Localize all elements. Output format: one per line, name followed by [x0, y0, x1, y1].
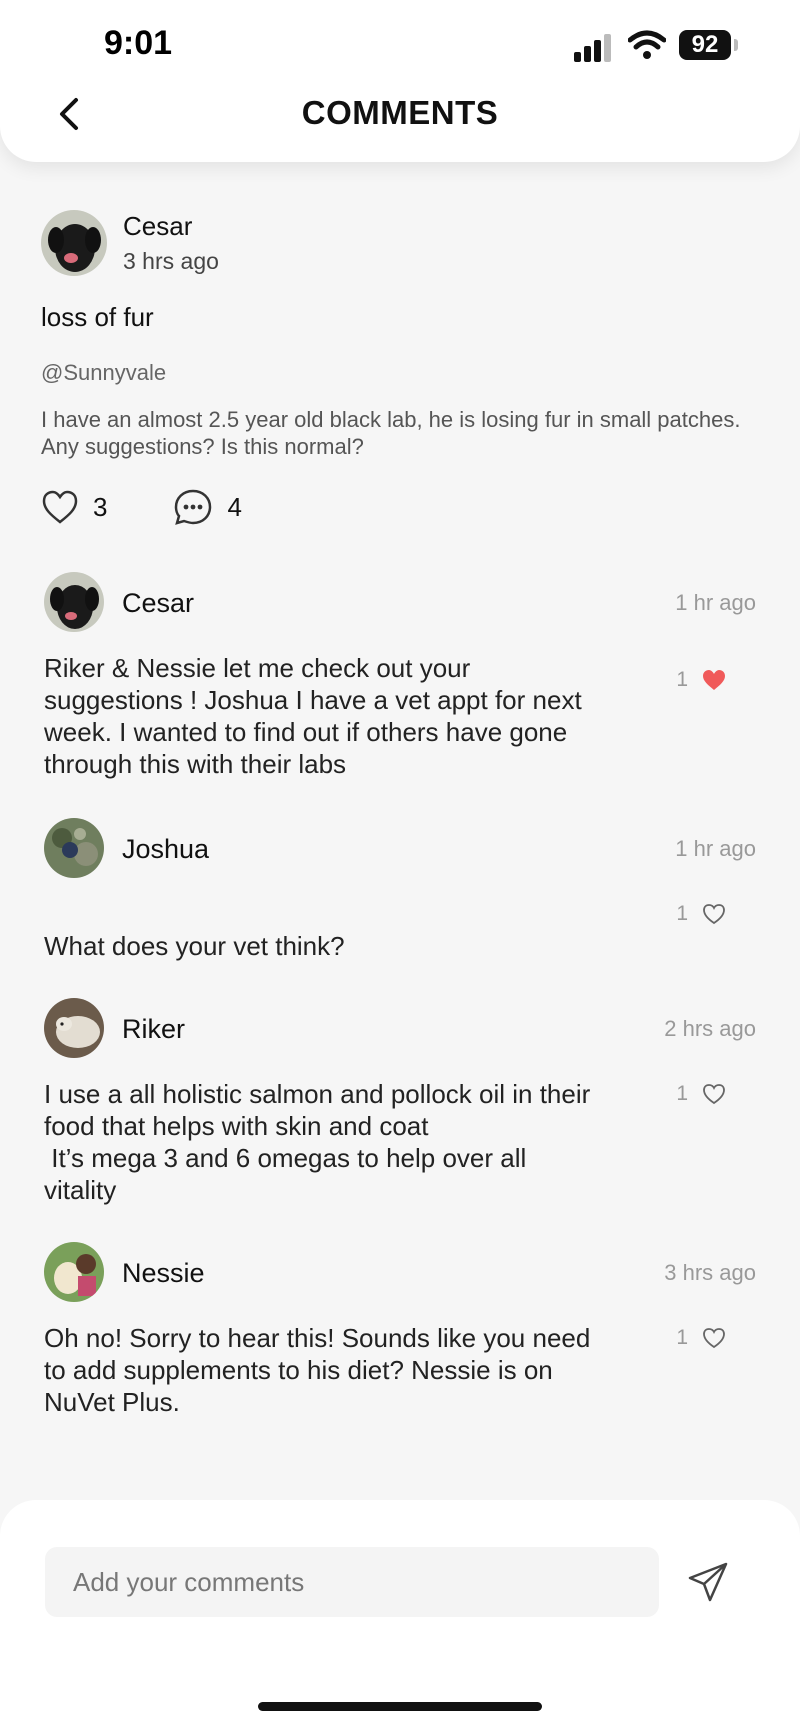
comment-count: 4	[227, 491, 242, 522]
comment-text: I use a all holistic salmon and pollock …	[44, 1079, 591, 1205]
comment-input[interactable]	[45, 1547, 659, 1617]
post-body: I have an almost 2.5 year old black lab,…	[41, 407, 741, 459]
send-icon[interactable]	[686, 1560, 730, 1604]
comment-author[interactable]: Cesar	[122, 588, 194, 619]
avatar[interactable]	[44, 818, 104, 878]
post-time: 3 hrs ago	[123, 248, 219, 274]
post-title: loss of fur	[41, 302, 154, 332]
comment-like-count: 1	[676, 902, 688, 925]
home-indicator	[258, 1702, 542, 1711]
comment-text: What does your vet think?	[44, 931, 345, 961]
wifi-icon	[628, 30, 666, 59]
comment-bubble-icon[interactable]	[173, 488, 213, 526]
comment-time: 2 hrs ago	[664, 1016, 756, 1041]
heart-filled-icon[interactable]	[702, 669, 726, 691]
comment-composer	[0, 1500, 800, 1731]
comment-like-count: 1	[676, 1326, 688, 1349]
comment-time: 1 hr ago	[675, 836, 756, 861]
comment-author[interactable]: Joshua	[122, 834, 209, 865]
comment-like-count: 1	[676, 1082, 688, 1105]
battery-tip	[734, 39, 738, 51]
post-actions: 3 4	[41, 488, 242, 526]
heart-icon[interactable]	[41, 489, 79, 525]
status-bar: 9:01 92	[0, 0, 800, 90]
heart-outline-icon[interactable]	[702, 903, 726, 925]
signal-icon	[574, 32, 614, 62]
avatar[interactable]	[44, 998, 104, 1058]
comment-time: 3 hrs ago	[664, 1260, 756, 1285]
page-title: COMMENTS	[301, 94, 499, 131]
comment-like[interactable]: 1	[676, 1082, 726, 1106]
comment-like-count: 1	[676, 668, 688, 691]
comment-like[interactable]: 1	[676, 902, 726, 926]
like-count: 3	[93, 491, 108, 522]
post-author-name: Cesar	[123, 211, 193, 241]
heart-outline-icon[interactable]	[702, 1083, 726, 1105]
status-time: 9:01	[104, 24, 173, 62]
comment-like[interactable]: 1	[676, 1326, 726, 1350]
comment-text: Riker & Nessie let me check out your sug…	[44, 653, 589, 779]
avatar[interactable]	[44, 1242, 104, 1302]
heart-outline-icon[interactable]	[702, 1327, 726, 1349]
post-author[interactable]: Cesar 3 hrs ago	[41, 210, 219, 276]
comment-author[interactable]: Nessie	[122, 1258, 205, 1289]
post-handle[interactable]: @Sunnyvale	[41, 360, 166, 386]
comment-time: 1 hr ago	[675, 590, 756, 615]
battery-level: 92	[679, 30, 731, 60]
comment-text: Oh no! Sorry to hear this! Sounds like y…	[44, 1323, 598, 1417]
comment-author[interactable]: Riker	[122, 1014, 185, 1045]
avatar[interactable]	[44, 572, 104, 632]
avatar	[41, 210, 107, 276]
comment-like[interactable]: 1	[676, 668, 726, 692]
